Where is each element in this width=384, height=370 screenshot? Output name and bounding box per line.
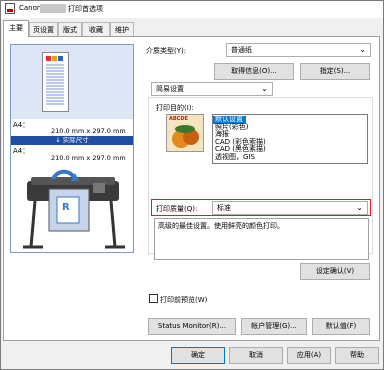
print-purpose-list[interactable]: 默认设置 照片(彩色) 海报 CAD (彩色索描) CAD (黑色素描) 透视图… <box>212 114 368 164</box>
print-quality-label: 打印质量(Q): <box>156 205 198 213</box>
confirm-settings-button[interactable]: 设定确认(V) <box>300 263 370 280</box>
status-monitor-button[interactable]: Status Monitor(R)... <box>148 318 236 335</box>
paper-size-label-1: A4： <box>13 121 30 129</box>
tab-maintenance[interactable]: 维护 <box>110 22 134 36</box>
media-type-select[interactable]: 普通纸 ⌄ <box>226 43 371 57</box>
printer-app-icon <box>5 3 15 14</box>
apply-button[interactable]: 应用(A) <box>287 347 331 364</box>
purpose-thumbnail: ABCDE <box>166 114 204 152</box>
defaults-button[interactable]: 默认值(F) <box>312 318 370 335</box>
setup-mode-select[interactable]: 简易设置 ⌄ <box>151 82 273 96</box>
thumbnail-caption: ABCDE <box>169 116 188 122</box>
chevron-down-icon: ⌄ <box>261 84 268 93</box>
media-type-label: 介质类型(Y): <box>146 47 187 55</box>
tab-favorites[interactable]: 收藏 <box>82 22 110 36</box>
print-quality-value: 标准 <box>217 204 231 212</box>
purpose-item-gis[interactable]: 透视图，GIS <box>213 153 367 162</box>
purpose-item-photo[interactable]: 照片(彩色) <box>213 123 367 132</box>
tab-layout[interactable]: 版式 <box>58 22 82 36</box>
paper-preview-area <box>11 45 133 119</box>
print-quality-select[interactable]: 标准 ⌄ <box>212 201 368 215</box>
print-purpose-label: 打印目的(I): <box>156 104 194 112</box>
help-button[interactable]: 帮助 <box>335 347 379 364</box>
media-type-value: 普通纸 <box>231 46 252 54</box>
chevron-down-icon: ⌄ <box>356 203 363 212</box>
tab-page-setup[interactable]: 页设置 <box>29 22 58 36</box>
redacted-model-name <box>40 4 66 13</box>
paper-size-value-1: 210.0 mm x 297.0 mm <box>51 127 126 135</box>
printer-illustration <box>13 165 131 251</box>
preview-before-print-label: 打印前预览(W) <box>160 296 208 304</box>
paper-thumbnail <box>42 52 69 112</box>
setup-mode-value: 简易设置 <box>156 85 184 93</box>
paper-size-value-2: 210.0 mm x 297.0 mm <box>51 154 126 162</box>
window-title-suffix: 打印首选项 <box>68 5 103 13</box>
tab-main[interactable]: 主要 <box>3 20 29 37</box>
cancel-button[interactable]: 取消 <box>229 347 283 364</box>
printer-panel-letter: R <box>62 202 70 213</box>
quality-description: 高级的最佳设置。使用鲜亮的颜色打印。 <box>154 218 369 260</box>
ok-button[interactable]: 确定 <box>171 347 225 364</box>
preview-before-print-checkbox[interactable] <box>149 294 158 303</box>
paper-size-label-2: A4： <box>13 147 30 155</box>
window-title-app: Canon <box>19 4 42 12</box>
account-manage-button[interactable]: 帐户管理(G)... <box>241 318 307 335</box>
actual-size-bar: ↓ 实际尺寸 <box>11 136 133 145</box>
get-info-button[interactable]: 取得信息(O)... <box>214 63 294 80</box>
specify-button[interactable]: 指定(S)... <box>300 63 370 80</box>
chevron-down-icon: ⌄ <box>359 45 366 54</box>
